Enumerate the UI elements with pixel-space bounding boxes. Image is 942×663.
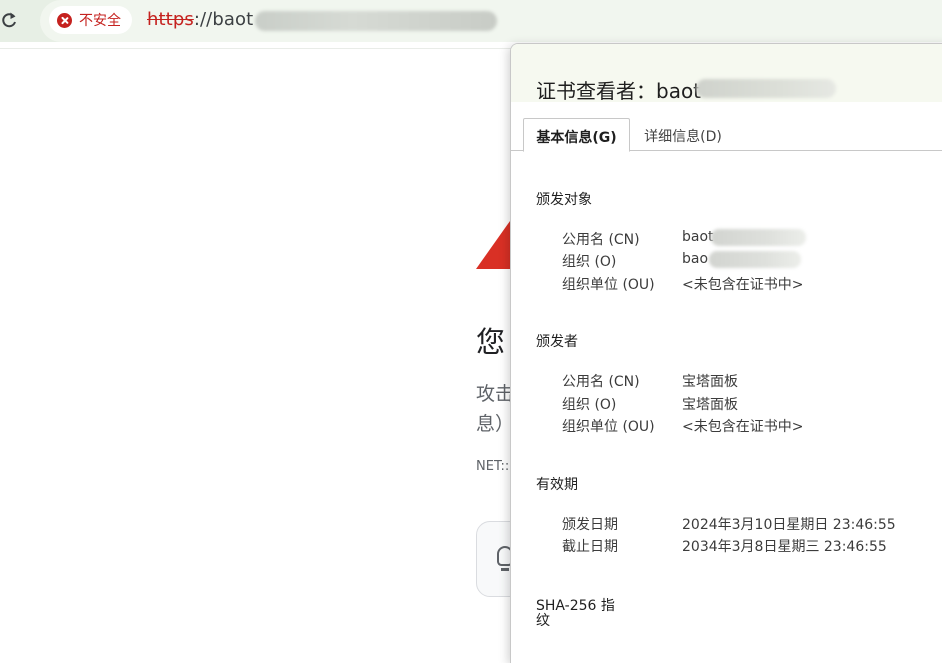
redacted-url-blur bbox=[255, 11, 497, 31]
issuer-ou-label: 组织单位 (OU) bbox=[562, 419, 655, 435]
subject-o-label: 组织 (O) bbox=[562, 254, 617, 270]
redacted-o-blur bbox=[709, 251, 801, 268]
section-validity: 有效期 bbox=[536, 477, 578, 493]
subject-cn-value: baot bbox=[682, 229, 714, 245]
tab-basic-info[interactable]: 基本信息(G) bbox=[523, 118, 630, 152]
subject-ou-value: <未包含在证书中> bbox=[682, 277, 804, 293]
certificate-viewer-dialog: 证书查看者：baot 基本信息(G) 详细信息(D) 颁发对象 公用名 (CN)… bbox=[510, 43, 942, 663]
issuer-cn-value: 宝塔面板 bbox=[682, 374, 738, 390]
url-host: ://baot bbox=[193, 9, 254, 30]
subject-cn-label: 公用名 (CN) bbox=[562, 232, 640, 248]
issuer-cn-label: 公用名 (CN) bbox=[562, 374, 640, 390]
error-code: NET:: bbox=[476, 459, 510, 474]
redacted-title-blur bbox=[696, 79, 836, 98]
dialog-title: 证书查看者：baot bbox=[536, 79, 702, 103]
url-text[interactable]: https://baot bbox=[147, 9, 253, 30]
page-heading: 您 bbox=[476, 325, 506, 359]
section-fingerprint-wrap: 纹 bbox=[536, 613, 550, 629]
redacted-cn-blur bbox=[711, 229, 806, 246]
page-body-line2: 息） bbox=[476, 413, 515, 435]
subject-o-value: bao bbox=[682, 251, 709, 267]
expiry-date-label: 截止日期 bbox=[562, 539, 618, 555]
security-indicator-button[interactable]: 不安全 bbox=[49, 6, 132, 34]
issue-date-label: 颁发日期 bbox=[562, 517, 618, 533]
issuer-ou-value: <未包含在证书中> bbox=[682, 419, 804, 435]
tab-bar: 基本信息(G) 详细信息(D) bbox=[511, 118, 942, 152]
issue-date-value: 2024年3月10日星期日 23:46:55 bbox=[682, 517, 896, 533]
issuer-o-label: 组织 (O) bbox=[562, 397, 617, 413]
reload-icon[interactable] bbox=[0, 8, 20, 32]
section-issued-to: 颁发对象 bbox=[536, 192, 592, 208]
browser-toolbar: 不安全 https://baot bbox=[0, 0, 942, 42]
error-circle-icon bbox=[57, 12, 72, 28]
tab-details[interactable]: 详细信息(D) bbox=[633, 118, 733, 151]
page-body-line1: 攻击 bbox=[476, 383, 515, 405]
issuer-o-value: 宝塔面板 bbox=[682, 397, 738, 413]
expiry-date-value: 2034年3月8日星期三 23:46:55 bbox=[682, 539, 887, 555]
subject-ou-label: 组织单位 (OU) bbox=[562, 277, 655, 293]
dialog-titlebar: 证书查看者：baot bbox=[511, 44, 942, 103]
section-issued-by: 颁发者 bbox=[536, 334, 578, 350]
security-label: 不安全 bbox=[79, 13, 121, 29]
url-scheme: https bbox=[147, 9, 194, 30]
